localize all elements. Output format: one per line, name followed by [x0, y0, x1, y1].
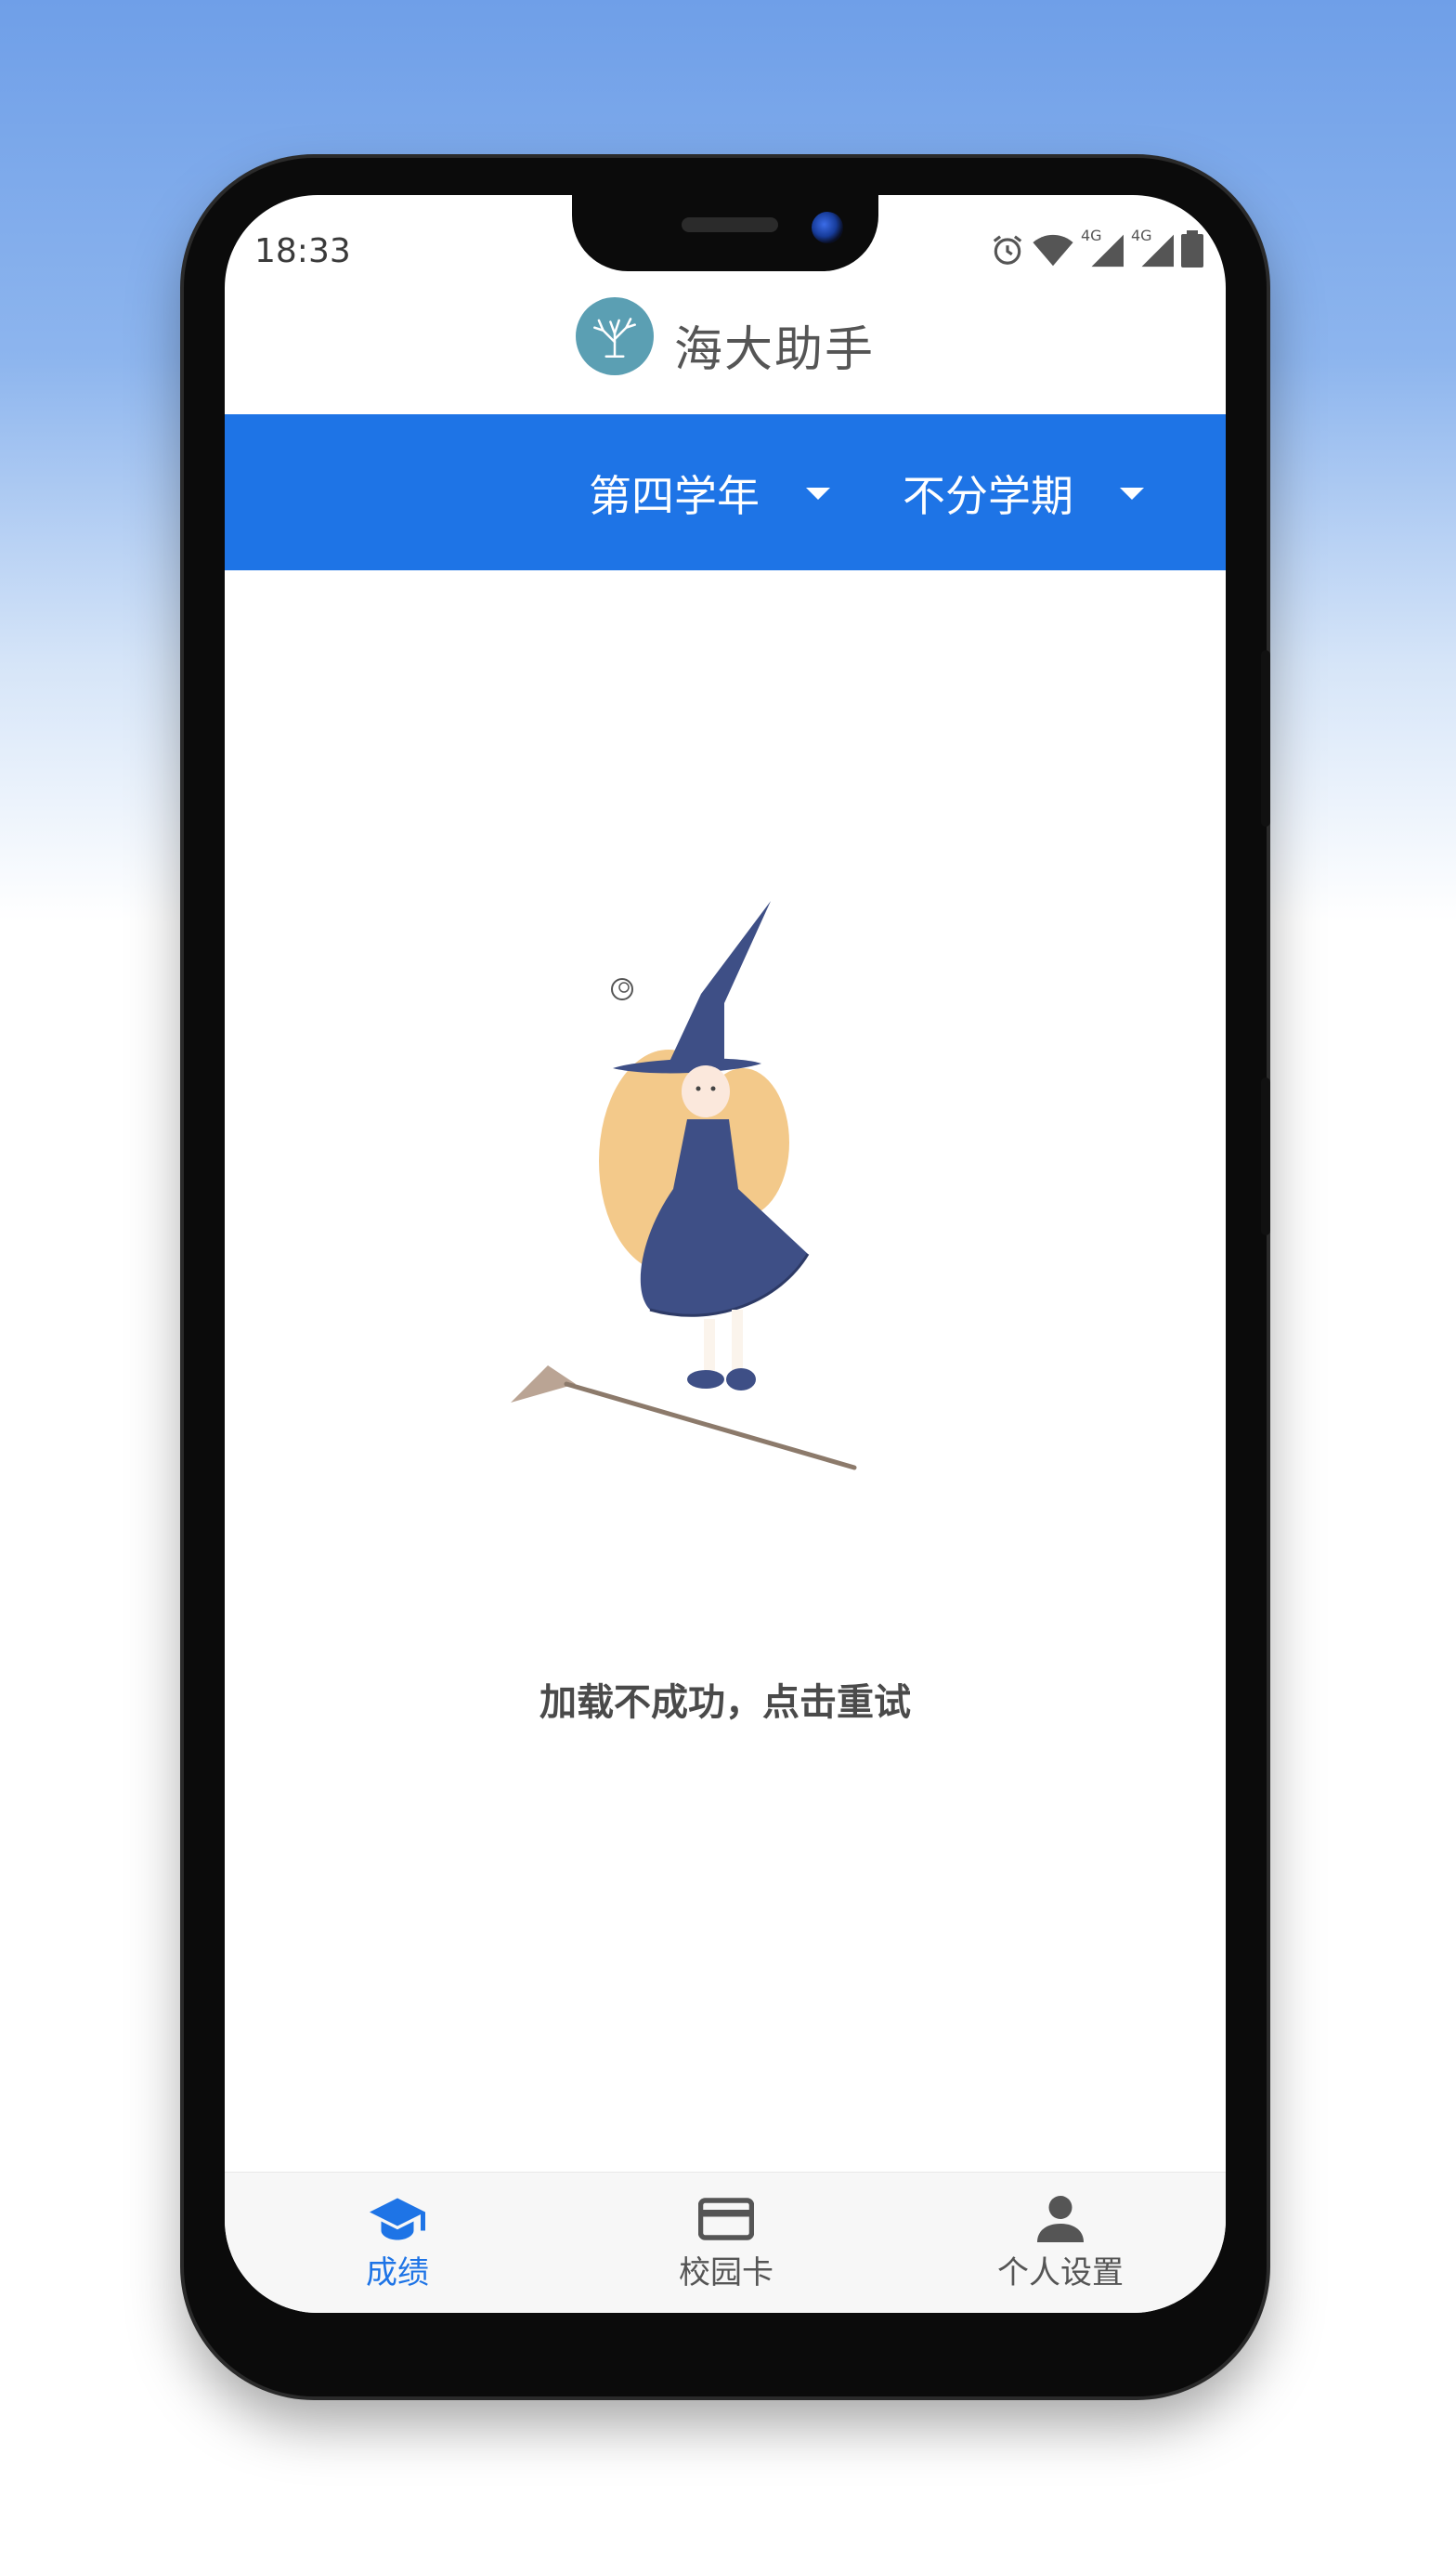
app-logo	[576, 297, 654, 375]
phone-screen: 18:33 4G 4G 海大助手 第四学年 不分学期 加载不成功，点击重试 成绩…	[225, 195, 1226, 2313]
nav-item-campus-card[interactable]: 校园卡	[605, 2193, 847, 2292]
signal-2: 4G	[1131, 227, 1174, 268]
app-title: 海大助手	[674, 322, 876, 378]
nav-label-campus-card: 校园卡	[679, 2254, 774, 2291]
year-dropdown-value: 第四学年	[589, 471, 760, 521]
coral-tree-icon	[593, 318, 636, 358]
nav-item-settings[interactable]: 个人设置	[940, 2193, 1181, 2292]
battery-icon	[1181, 230, 1203, 268]
alarm-icon	[993, 235, 1022, 265]
signal-icon	[1091, 234, 1124, 268]
caret-down-icon	[806, 487, 830, 500]
witch-hat	[613, 901, 771, 1074]
wifi-icon	[1033, 234, 1073, 267]
status-time: 18:33	[254, 232, 351, 270]
year-dropdown[interactable]: 第四学年	[589, 463, 830, 524]
retry-message[interactable]: 加载不成功，点击重试	[225, 1672, 1226, 1726]
term-dropdown-value: 不分学期	[903, 471, 1073, 521]
bottom-navigation: 成绩 校园卡 个人设置	[225, 2172, 1226, 2313]
broom	[511, 1365, 857, 1470]
nav-label-grades: 成绩	[366, 2254, 429, 2291]
power-button	[1261, 1077, 1270, 1235]
signal-icon	[1141, 234, 1174, 268]
person-icon	[1037, 2196, 1084, 2242]
volume-button	[1261, 650, 1270, 827]
witch-illustration	[511, 901, 857, 1470]
status-bar: 18:33 4G 4G	[225, 195, 1226, 307]
nav-item-grades[interactable]: 成绩	[277, 2193, 518, 2292]
caret-down-icon	[1120, 487, 1144, 500]
term-dropdown[interactable]: 不分学期	[903, 463, 1144, 524]
filter-bar: 第四学年 不分学期	[225, 414, 1226, 570]
face	[682, 1065, 730, 1117]
card-icon	[698, 2198, 754, 2240]
status-icons: 4G 4G	[990, 227, 1203, 268]
signal-1: 4G	[1081, 227, 1124, 268]
error-illustration[interactable]	[483, 882, 966, 1477]
nav-label-settings: 个人设置	[997, 2254, 1124, 2291]
graduation-cap-icon	[370, 2198, 425, 2240]
